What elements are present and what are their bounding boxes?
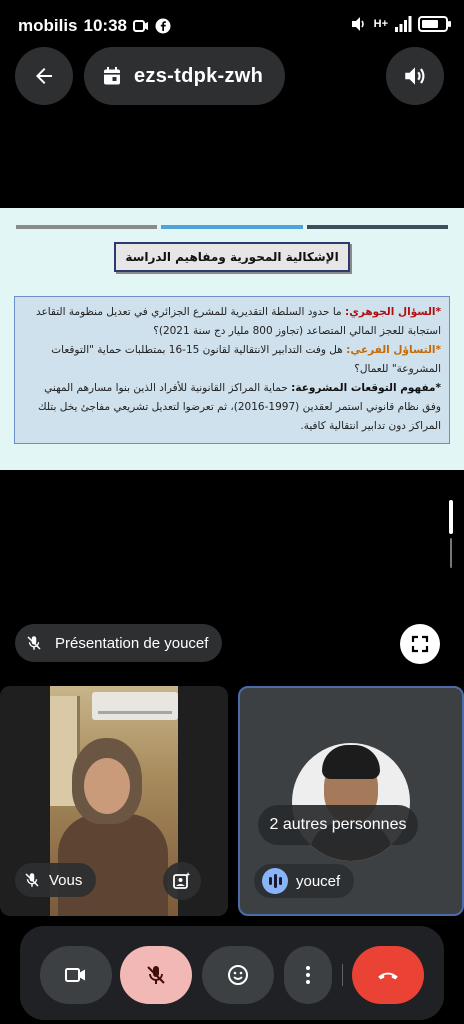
slide-line-2 xyxy=(161,225,303,229)
mic-toggle-button[interactable] xyxy=(120,946,192,1004)
camera-status-icon xyxy=(133,20,148,32)
carrier-name: mobilis xyxy=(18,16,78,35)
self-label: Vous xyxy=(49,871,83,889)
slide-question-1: *السؤال الجوهري: ما حدود السلطة التقديري… xyxy=(23,303,441,341)
calendar-icon xyxy=(104,67,120,85)
network-type: H+ xyxy=(373,18,388,30)
signal-icon xyxy=(395,16,412,32)
presenter-chip: Présentation de youcef xyxy=(15,624,223,662)
self-name-chip: Vous xyxy=(15,863,97,897)
meeting-code: ezs-tdpk-zwh xyxy=(134,64,264,87)
effects-button[interactable] xyxy=(163,862,201,900)
slide-header-lines xyxy=(16,225,448,229)
end-call-button[interactable] xyxy=(352,946,424,1004)
slide-line-3 xyxy=(306,225,448,229)
video-person-face xyxy=(84,758,130,814)
battery-icon xyxy=(418,16,451,32)
slide-title: الإشكالية المحورية ومفاهيم الدراسة xyxy=(114,242,350,272)
speaker-label: youcef xyxy=(296,872,341,890)
more-vert-icon xyxy=(306,966,310,984)
call-controls-bar xyxy=(20,926,444,1020)
slide-q2-label: *التساؤل الفرعي: xyxy=(346,344,441,356)
status-bar: mobilis 10:38 H+ xyxy=(0,0,464,52)
slide-content-box: *السؤال الجوهري: ما حدود السلطة التقديري… xyxy=(14,296,450,444)
status-right: H+ xyxy=(350,16,451,32)
emoji-icon xyxy=(228,965,248,985)
speaking-indicator-icon xyxy=(262,868,288,894)
scrollbar-thumb[interactable] xyxy=(449,500,453,534)
audio-output-button[interactable] xyxy=(386,47,444,105)
slide-line-1 xyxy=(16,225,158,229)
fullscreen-icon xyxy=(411,635,429,653)
slide-question-2: *التساؤل الفرعي: هل وفت التدابير الانتقا… xyxy=(23,341,441,379)
image-effects-icon xyxy=(173,872,191,889)
video-ac-unit xyxy=(92,692,178,720)
scrollbar-track[interactable] xyxy=(450,538,452,568)
camera-toggle-button[interactable] xyxy=(40,946,112,1004)
others-tile[interactable]: 2 autres personnes youcef xyxy=(238,686,464,916)
slide-q1-label: *السؤال الجوهري: xyxy=(345,306,441,318)
status-left: mobilis 10:38 xyxy=(18,16,171,36)
speaker-icon xyxy=(405,67,425,85)
slide-question-3: *مفهوم التوقعات المشروعة: حماية المراكز … xyxy=(23,379,441,436)
arrow-left-icon xyxy=(36,68,52,84)
reactions-button[interactable] xyxy=(202,946,274,1004)
clock: 10:38 xyxy=(83,16,127,35)
mic-off-icon xyxy=(27,636,41,650)
controls-divider xyxy=(342,964,343,986)
presenter-label: Présentation de youcef xyxy=(55,634,209,652)
mic-off-icon xyxy=(25,873,39,887)
mic-off-icon xyxy=(147,966,165,984)
others-count-label: 2 autres personnes xyxy=(258,805,418,845)
back-button[interactable] xyxy=(15,47,73,105)
video-camera-icon xyxy=(65,968,85,982)
fullscreen-button[interactable] xyxy=(400,624,440,664)
slide-q3-label: *مفهوم التوقعات المشروعة: xyxy=(291,382,441,394)
presentation-slide: الإشكالية المحورية ومفاهيم الدراسة *السؤ… xyxy=(0,208,464,470)
volume-status-icon xyxy=(351,17,364,31)
more-options-button[interactable] xyxy=(284,946,332,1004)
call-end-icon xyxy=(378,972,398,980)
avatar-hair xyxy=(322,745,380,779)
facebook-icon xyxy=(155,18,171,34)
speaker-name-chip: youcef xyxy=(254,864,355,898)
meeting-code-chip[interactable]: ezs-tdpk-zwh xyxy=(84,47,286,105)
